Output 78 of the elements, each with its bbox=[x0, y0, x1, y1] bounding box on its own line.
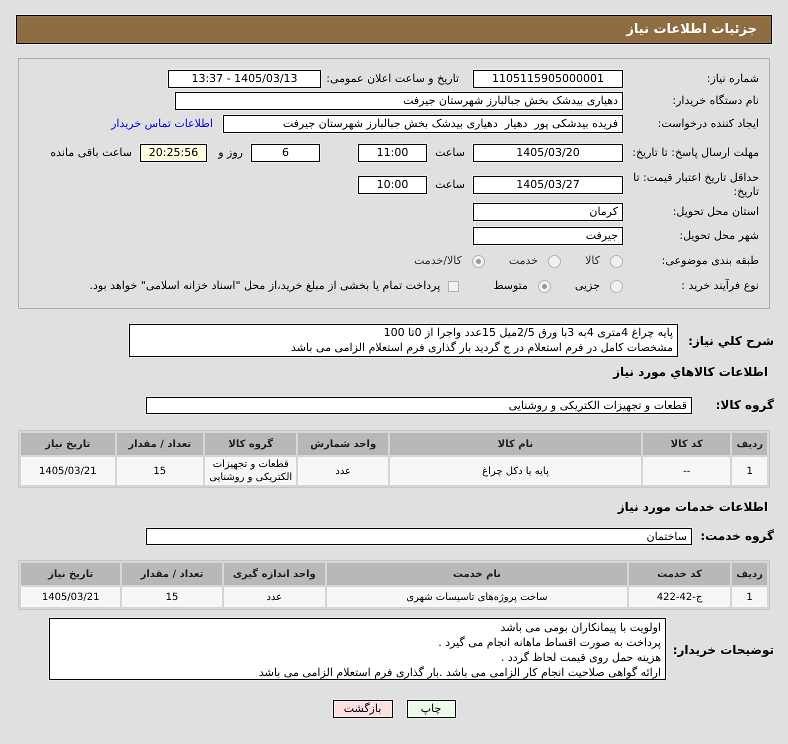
field-label: نوع فرآیند خرید : bbox=[680, 278, 759, 294]
radio-button[interactable] bbox=[548, 254, 562, 268]
field-label: نام دستگاه خریدار: bbox=[671, 92, 759, 109]
column-header: تعداد / مقدار bbox=[116, 433, 203, 455]
table-cell: ج-42-422 bbox=[628, 587, 730, 607]
column-header: گروه کالا bbox=[204, 433, 296, 455]
text-field[interactable]: کرمان bbox=[473, 203, 623, 221]
table-cell: عدد bbox=[298, 457, 388, 485]
field-label: گروه کالا: bbox=[714, 397, 774, 414]
option-label: خدمت bbox=[508, 252, 538, 269]
option-label: متوسط bbox=[493, 278, 528, 294]
option-label: کالا bbox=[585, 252, 600, 269]
table-cell: 1 bbox=[732, 587, 767, 607]
column-header: تاریخ نیاز bbox=[21, 563, 120, 585]
field-label: حداقل تاریخ اعتبار قیمت: تا تاریخ: bbox=[632, 171, 759, 199]
text-field[interactable]: 1405/03/27 bbox=[473, 176, 623, 194]
back-button[interactable]: بازگشت bbox=[332, 700, 392, 718]
radio-button[interactable] bbox=[538, 280, 551, 292]
field-label: گروه خدمت: bbox=[700, 528, 774, 545]
field-label: ساعت باقی مانده bbox=[50, 144, 132, 161]
table-cell: 1405/03/21 bbox=[21, 587, 120, 607]
option-label: جزیی bbox=[574, 278, 600, 294]
text-field[interactable]: قطعات و تجهیزات الکتریکی و روشنایی bbox=[146, 396, 692, 414]
table-cell: 1405/03/21 bbox=[21, 457, 115, 485]
text-field[interactable]: 11:00 bbox=[358, 144, 427, 162]
section-title: اطلاعات خدمات مورد نیاز bbox=[616, 499, 769, 516]
print-button[interactable]: چاپ bbox=[406, 700, 456, 718]
field-label: ساعت bbox=[435, 176, 465, 193]
text-field[interactable]: 6 bbox=[251, 144, 320, 162]
column-header: کد کالا bbox=[643, 433, 730, 455]
field-label: توضیحات خریدار: bbox=[674, 642, 774, 659]
countdown-field: 20:25:56 bbox=[140, 144, 207, 162]
text-field[interactable]: 10:00 bbox=[358, 176, 427, 194]
field-label: طبقه بندی موضوعی: bbox=[660, 252, 759, 269]
text-area[interactable]: اولویت با پیمانکاران بومی می باشد پرداخت به صورت اقساط ماهانه انجام می گیرد . هزینه حمل روی قیمت لحاظ گردد . ارائه گواهی صلاحیت انجام کار الزامی می باشد .بار گذاری فرم استعلام الزامی می باشد bbox=[49, 618, 666, 680]
text-field[interactable]: دهیاری بیدشک بخش جبالبارز شهرستان جیرفت bbox=[175, 92, 623, 110]
column-header: واحد اندازه گیری bbox=[224, 563, 325, 585]
column-header: ردیف bbox=[732, 433, 767, 455]
text-field[interactable]: 1405/03/20 bbox=[473, 144, 623, 162]
field-label: ساعت bbox=[435, 144, 465, 161]
table-cell: عدد bbox=[224, 587, 325, 607]
column-header: واحد شمارش bbox=[298, 433, 388, 455]
field-label: تاریخ و ساعت اعلان عمومی: bbox=[329, 70, 460, 87]
table-cell: 15 bbox=[122, 587, 222, 607]
field-label: استان محل تحویل: bbox=[672, 204, 759, 220]
text-field[interactable]: جیرفت bbox=[473, 227, 623, 245]
column-header: کد خدمت bbox=[628, 563, 730, 585]
radio-button[interactable] bbox=[610, 280, 623, 292]
option-label: کالا/خدمت bbox=[414, 252, 462, 269]
field-label: شرح کلي نياز: bbox=[687, 333, 774, 350]
field-label: شماره نیاز: bbox=[706, 70, 759, 87]
text-field[interactable]: 1105115905000001 bbox=[473, 70, 623, 88]
payment-note: پرداخت تمام یا بخشی از مبلغ خرید،از محل "اسناد خزانه اسلامی" خواهد بود. bbox=[90, 278, 440, 294]
table-cell: 1 bbox=[732, 457, 767, 485]
field-label: ایجاد کننده درخواست: bbox=[656, 116, 759, 132]
text-field[interactable]: 1405/03/13 - 13:37 bbox=[168, 70, 321, 88]
text-field[interactable]: ساختمان bbox=[146, 528, 692, 544]
section-title: اطلاعات كالاهاي مورد نياز bbox=[612, 364, 769, 381]
table-cell: 15 bbox=[116, 457, 203, 485]
radio-button[interactable] bbox=[472, 254, 485, 268]
column-header: تعداد / مقدار bbox=[122, 563, 222, 585]
text-area[interactable]: پایه چراغ 4متری 4به 3با ورق 2/5میل 15عدد واجرا از 0تا 100 مشخصات کامل در فرم استعلام در ج گردید بار گذاری فرم استعلام الزامی می باشد bbox=[129, 324, 678, 357]
field-label: مهلت ارسال پاسخ: تا تاریخ: bbox=[631, 146, 759, 160]
field-label: شهر محل تحویل: bbox=[678, 228, 759, 244]
table-cell: ساخت پروژه‌های تاسیسات شهری bbox=[326, 587, 627, 607]
radio-button[interactable] bbox=[610, 254, 623, 268]
contact-link[interactable]: اطلاعات تماس خریدار bbox=[111, 116, 215, 132]
column-header: نام خدمت bbox=[326, 563, 627, 585]
column-header: ردیف bbox=[732, 563, 767, 585]
table-cell: پایه یا دکل چراغ bbox=[390, 457, 642, 485]
text-field[interactable]: فریده بیدشکی پور دهیار دهیاری بیدشک بخش جبالبارز شهرستان جیرفت bbox=[223, 115, 623, 133]
table-cell: -- bbox=[643, 457, 730, 485]
checkbox[interactable] bbox=[448, 280, 460, 292]
field-label: روز و bbox=[216, 144, 243, 161]
column-header: نام کالا bbox=[390, 433, 642, 455]
page-title: جزئیات اطلاعات نیاز bbox=[626, 20, 757, 39]
table-cell: قطعات و تجهیزات الکتریکی و روشنایی bbox=[204, 457, 296, 485]
column-header: تاریخ نیاز bbox=[21, 433, 115, 455]
